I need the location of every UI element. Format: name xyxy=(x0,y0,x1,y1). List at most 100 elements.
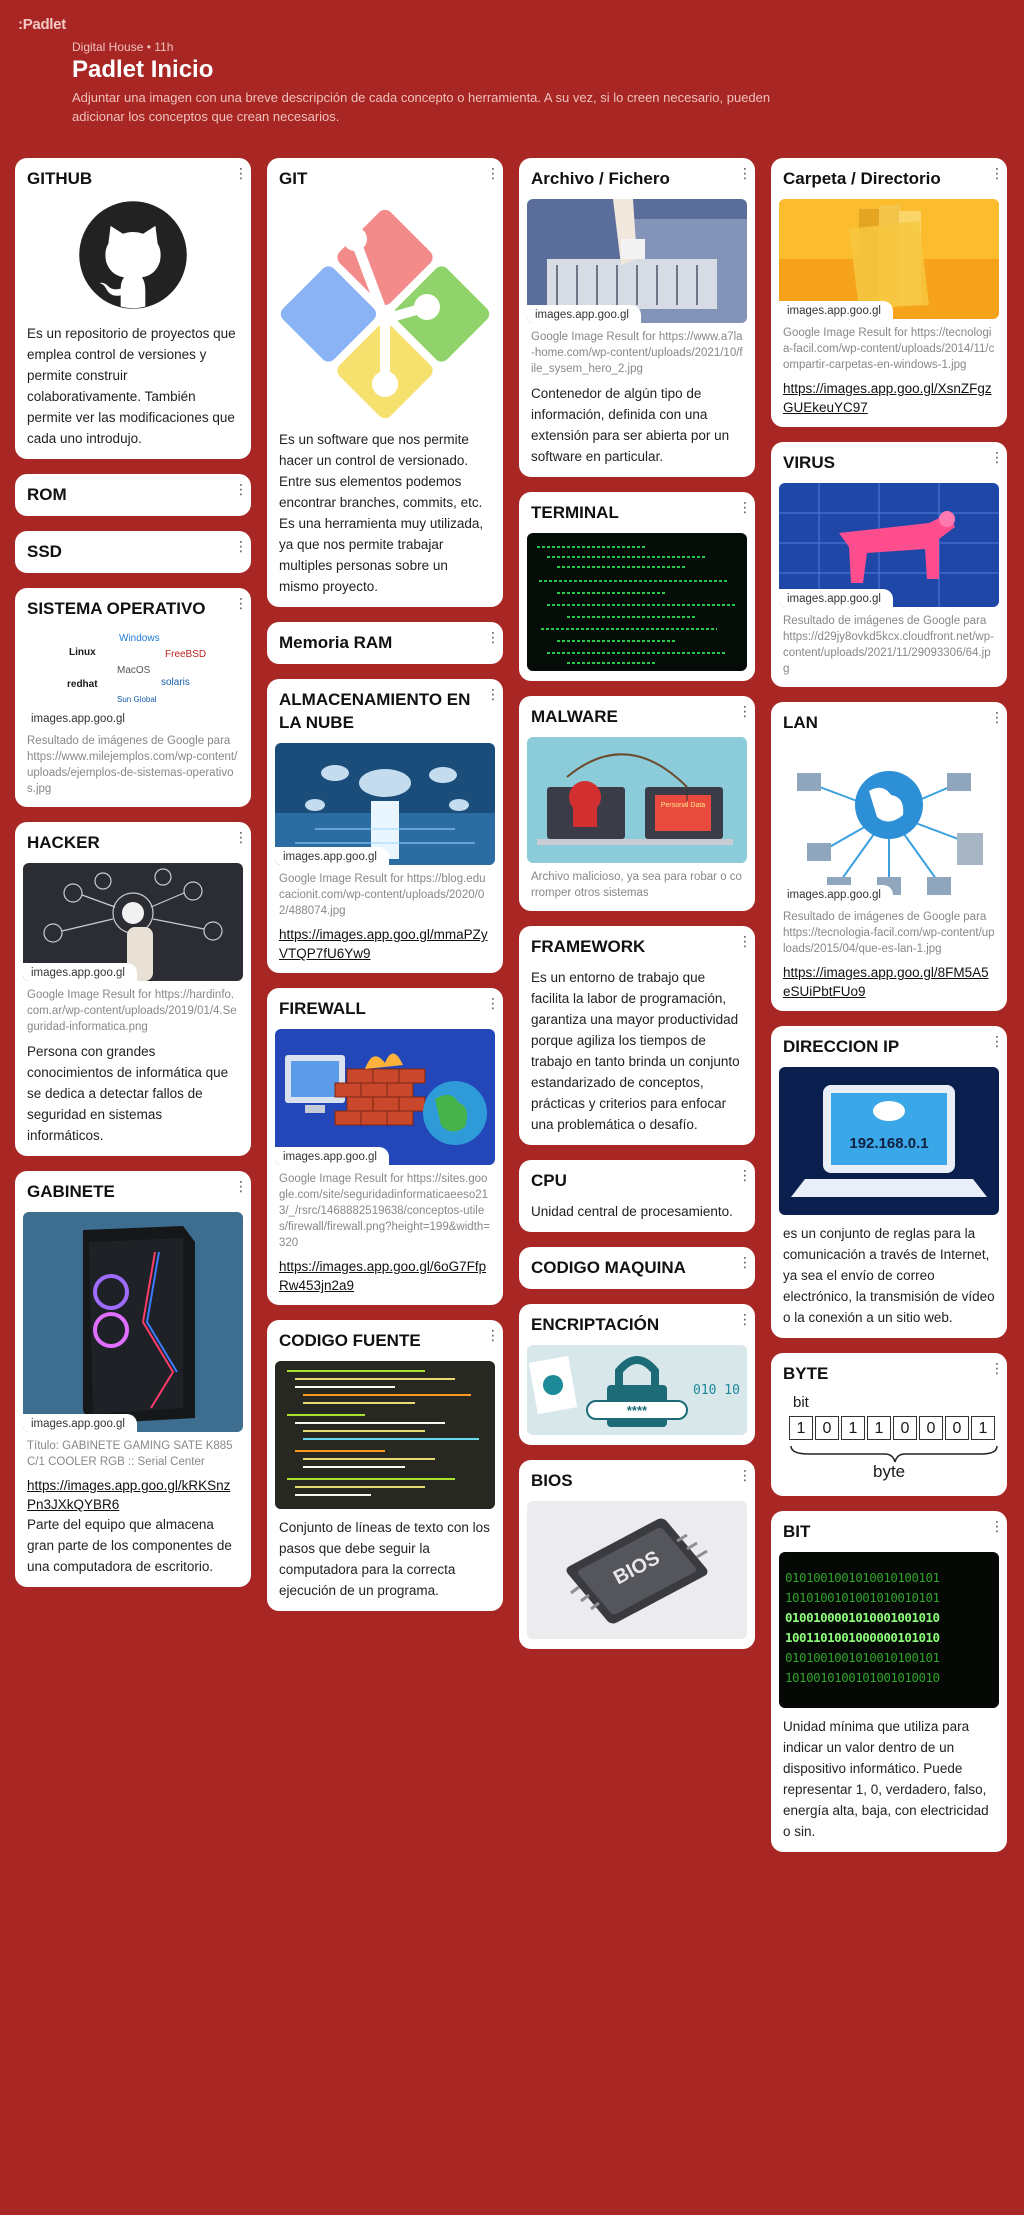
card-cpu[interactable]: CPU ⋮ Unidad central de procesamiento. xyxy=(519,1160,755,1232)
more-options-icon[interactable]: ⋮ xyxy=(738,500,752,514)
terminal-image[interactable] xyxy=(527,533,747,671)
card-almacenamiento-nube[interactable]: ALMACENAMIENTO EN LA NUBE ⋮ images.app.g… xyxy=(267,679,503,973)
card-title: FIREWALL xyxy=(279,999,366,1018)
image-link[interactable]: https://images.app.goo.gl/kRKSnzPn3JXkQY… xyxy=(27,1476,239,1514)
gabinete-image[interactable]: images.app.goo.gl xyxy=(23,1212,243,1432)
more-options-icon[interactable]: ⋮ xyxy=(234,166,248,180)
more-options-icon[interactable]: ⋮ xyxy=(738,704,752,718)
image-link[interactable]: https://images.app.goo.gl/XsnZFgzGUEkeuY… xyxy=(783,379,995,417)
encriptacion-image[interactable]: **** 010 10 xyxy=(527,1345,747,1435)
padlet-header: Digital House • 11h Padlet Inicio Adjunt… xyxy=(72,40,772,126)
more-options-icon[interactable]: ⋮ xyxy=(738,1468,752,1482)
hacker-image[interactable]: images.app.goo.gl xyxy=(23,863,243,981)
more-options-icon[interactable]: ⋮ xyxy=(234,482,248,496)
windows-logo: Windows xyxy=(119,633,160,644)
bit-cells: 10110001 xyxy=(789,1416,997,1440)
os-logos-image[interactable]: Windows Linux MacOS FreeBSD redhat solar… xyxy=(23,629,243,727)
card-title: TERMINAL xyxy=(531,503,619,522)
more-options-icon[interactable]: ⋮ xyxy=(234,596,248,610)
card-encriptacion[interactable]: ENCRIPTACIÓN ⋮ **** 010 10 xyxy=(519,1304,755,1445)
binary-row: 1001101001000000101010 xyxy=(785,1630,940,1645)
image-link[interactable]: https://images.app.goo.gl/6oG7FfpRw453jn… xyxy=(279,1257,491,1295)
firewall-image[interactable]: images.app.goo.gl xyxy=(275,1029,495,1165)
bit-cell: 0 xyxy=(945,1416,969,1440)
card-memoria-ram[interactable]: Memoria RAM ⋮ xyxy=(267,622,503,664)
more-options-icon[interactable]: ⋮ xyxy=(486,996,500,1010)
card-ssd[interactable]: SSD ⋮ xyxy=(15,531,251,573)
card-firewall[interactable]: FIREWALL ⋮ images.app.goo.gl Google Imag… xyxy=(267,988,503,1305)
nube-image[interactable]: images.app.goo.gl xyxy=(275,743,495,865)
more-options-icon[interactable]: ⋮ xyxy=(234,539,248,553)
card-byte[interactable]: BYTE ⋮ bit 10110001 byte xyxy=(771,1353,1007,1496)
more-options-icon[interactable]: ⋮ xyxy=(990,166,1004,180)
card-bit[interactable]: BIT ⋮ 0101001001010010100101 101010010100… xyxy=(771,1511,1007,1852)
source-chip[interactable]: images.app.goo.gl xyxy=(275,1147,389,1165)
image-caption: Archivo malicioso, ya sea para robar o c… xyxy=(531,871,742,899)
more-options-icon[interactable]: ⋮ xyxy=(486,166,500,180)
more-options-icon[interactable]: ⋮ xyxy=(486,1328,500,1342)
card-rom[interactable]: ROM ⋮ xyxy=(15,474,251,516)
more-options-icon[interactable]: ⋮ xyxy=(486,687,500,701)
card-title: BYTE xyxy=(783,1364,829,1383)
carpeta-image[interactable]: images.app.goo.gl xyxy=(779,199,999,319)
ip-image[interactable]: 192.168.0.1 xyxy=(779,1067,999,1215)
bios-image[interactable]: BIOS xyxy=(527,1501,747,1639)
image-link[interactable]: https://images.app.goo.gl/8FM5A5eSUiPbtF… xyxy=(783,963,995,1001)
card-codigo-fuente[interactable]: CODIGO FUENTE ⋮ Conjunto de líneas de te… xyxy=(267,1320,503,1611)
image-source: Google Image Result for https://sites.go… xyxy=(279,1173,490,1249)
card-direccion-ip[interactable]: DIRECCION IP ⋮ 192.168.0.1 es un conjunt… xyxy=(771,1026,1007,1338)
card-git[interactable]: GIT ⋮ Es un software que nos permite hac… xyxy=(267,158,503,607)
card-hacker[interactable]: HACKER ⋮ images.app.goo.gl Google Image … xyxy=(15,822,251,1156)
card-gabinete[interactable]: GABINETE ⋮ images.app.goo.gl Título: GAB… xyxy=(15,1171,251,1587)
virus-image[interactable]: images.app.goo.gl xyxy=(779,483,999,607)
more-options-icon[interactable]: ⋮ xyxy=(738,166,752,180)
card-malware[interactable]: MALWARE ⋮ Personal Data Archivo malicios… xyxy=(519,696,755,911)
card-github[interactable]: GITHUB ⋮ Es un repositorio de proyectos … xyxy=(15,158,251,459)
malware-image[interactable]: Personal Data xyxy=(527,737,747,863)
more-options-icon[interactable]: ⋮ xyxy=(234,830,248,844)
card-body: Unidad mínima que utiliza para indicar u… xyxy=(783,1719,989,1839)
card-codigo-maquina[interactable]: CODIGO MAQUINA ⋮ xyxy=(519,1247,755,1289)
card-archivo[interactable]: Archivo / Fichero ⋮ images.app.goo.gl Go… xyxy=(519,158,755,477)
more-options-icon[interactable]: ⋮ xyxy=(738,1168,752,1182)
card-lan[interactable]: LAN ⋮ images.app.goo.gl Resultado de imá… xyxy=(771,702,1007,1011)
source-chip[interactable]: images.app.goo.gl xyxy=(23,963,137,981)
card-sistema-operativo[interactable]: SISTEMA OPERATIVO ⋮ Windows Linux MacOS … xyxy=(15,588,251,807)
more-options-icon[interactable]: ⋮ xyxy=(990,1361,1004,1375)
card-virus[interactable]: VIRUS ⋮ images.app.goo.gl Resultado de i… xyxy=(771,442,1007,687)
card-framework[interactable]: FRAMEWORK ⋮ Es un entorno de trabajo que… xyxy=(519,926,755,1145)
card-terminal[interactable]: TERMINAL ⋮ xyxy=(519,492,755,681)
column-4: Carpeta / Directorio ⋮ images.app.goo.gl… xyxy=(771,158,1007,1867)
bit-cell: 1 xyxy=(789,1416,813,1440)
bit-image[interactable]: 0101001001010010100101 101010010100101001… xyxy=(779,1552,999,1708)
card-title: SISTEMA OPERATIVO xyxy=(27,599,206,618)
source-chip[interactable]: images.app.goo.gl xyxy=(23,709,137,727)
archivo-image[interactable]: images.app.goo.gl xyxy=(527,199,747,323)
more-options-icon[interactable]: ⋮ xyxy=(738,1255,752,1269)
more-options-icon[interactable]: ⋮ xyxy=(738,1312,752,1326)
source-chip[interactable]: images.app.goo.gl xyxy=(23,1414,137,1432)
card-body: Es un repositorio de proyectos que emple… xyxy=(27,326,236,446)
lan-image[interactable]: images.app.goo.gl xyxy=(779,743,999,903)
card-carpeta[interactable]: Carpeta / Directorio ⋮ images.app.goo.gl… xyxy=(771,158,1007,427)
image-source: Google Image Result for https://tecnolog… xyxy=(783,327,995,371)
card-bios[interactable]: BIOS ⋮ BIOS xyxy=(519,1460,755,1649)
source-chip[interactable]: images.app.goo.gl xyxy=(779,301,893,319)
image-link[interactable]: https://images.app.goo.gl/mmaPZyVTQP7fU6… xyxy=(279,925,491,963)
byte-label: byte xyxy=(873,1462,906,1481)
more-options-icon[interactable]: ⋮ xyxy=(990,1519,1004,1533)
source-chip[interactable]: images.app.goo.gl xyxy=(779,885,893,903)
more-options-icon[interactable]: ⋮ xyxy=(234,1179,248,1193)
source-chip[interactable]: images.app.goo.gl xyxy=(779,589,893,607)
github-logo-image xyxy=(23,199,243,323)
more-options-icon[interactable]: ⋮ xyxy=(486,630,500,644)
card-title: FRAMEWORK xyxy=(531,937,646,956)
padlet-logo[interactable]: :Padlet xyxy=(18,16,66,33)
more-options-icon[interactable]: ⋮ xyxy=(990,710,1004,724)
more-options-icon[interactable]: ⋮ xyxy=(990,450,1004,464)
more-options-icon[interactable]: ⋮ xyxy=(990,1034,1004,1048)
source-chip[interactable]: images.app.goo.gl xyxy=(527,305,641,323)
source-chip[interactable]: images.app.goo.gl xyxy=(275,847,389,865)
more-options-icon[interactable]: ⋮ xyxy=(738,934,752,948)
code-image[interactable] xyxy=(275,1361,495,1509)
